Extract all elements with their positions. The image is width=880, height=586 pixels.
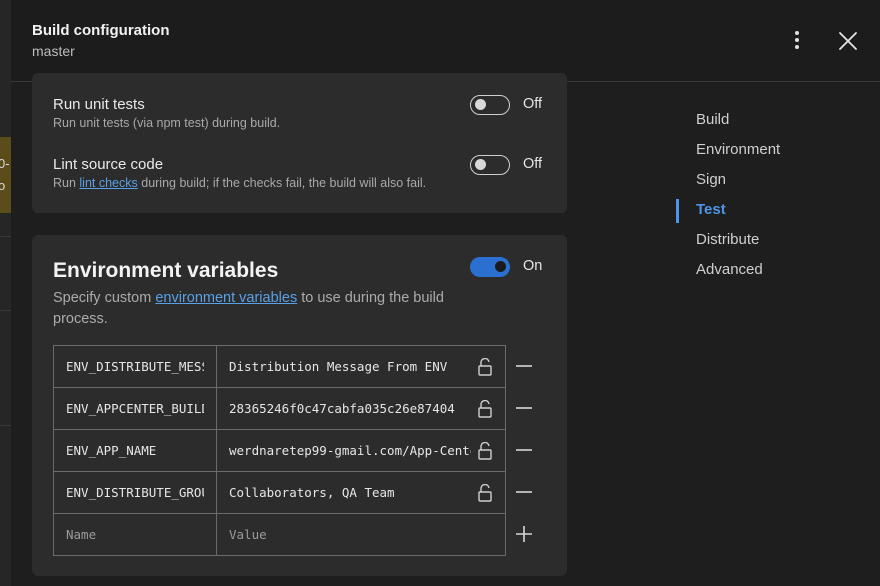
lint-toggle[interactable] [470,155,510,175]
env-value-field[interactable]: werdnaretep99-gmail.com/App-Center [216,429,506,472]
unit-tests-description: Run unit tests (via npm test) during bui… [53,116,281,130]
unit-tests-toggle[interactable] [470,95,510,115]
lint-state: Off [523,156,543,172]
unit-tests-title: Run unit tests [53,96,145,113]
environment-variables-link[interactable]: environment variables [155,290,297,306]
background-text: 0- [0,156,10,171]
table-row: ENV_DISTRIBUTE_GROUPS Collaborators, QA … [53,471,506,514]
panel-header: Build configuration master [11,0,880,82]
new-value-input[interactable]: Value [216,513,506,556]
table-row: ENV_APPCENTER_BUILD_ID 28365246f0c47cabf… [53,387,506,430]
env-variables-toggle[interactable] [470,257,510,277]
unlock-icon[interactable] [477,442,493,460]
lint-checks-link[interactable]: lint checks [79,176,137,190]
env-variables-table: ENV_DISTRIBUTE_MESSAGE Distribution Mess… [53,345,506,556]
active-nav-indicator [676,199,679,223]
env-name-field[interactable]: ENV_APP_NAME [53,429,217,472]
remove-icon[interactable] [514,482,534,502]
table-row: ENV_DISTRIBUTE_MESSAGE Distribution Mess… [53,345,506,388]
nav-item-environment[interactable]: Environment [696,141,780,158]
env-name-field[interactable]: ENV_APPCENTER_BUILD_ID [53,387,217,430]
unlock-icon[interactable] [477,358,493,376]
env-value-field[interactable]: 28365246f0c47cabfa035c26e87404 [216,387,506,430]
environment-variables-card: Environment variables On Specify custom … [32,235,567,576]
remove-icon[interactable] [514,440,534,460]
nav-item-advanced[interactable]: Advanced [696,261,763,278]
branch-name: master [32,43,75,59]
nav-item-build[interactable]: Build [696,111,729,128]
env-variables-state: On [523,258,543,274]
background-divider [0,236,11,237]
new-name-input[interactable]: Name [53,513,217,556]
background-highlight [0,137,11,213]
background-divider [0,310,11,311]
panel-title: Build configuration [32,22,170,39]
unlock-icon[interactable] [477,400,493,418]
unit-tests-state: Off [523,96,543,112]
env-section-description: Specify custom environment variables to … [53,290,444,327]
add-icon[interactable] [514,524,534,544]
settings-content: Run unit tests Run unit tests (via npm t… [11,73,676,586]
settings-nav: Build Environment Sign Test Distribute A… [676,83,880,586]
lint-title: Lint source code [53,156,164,173]
test-settings-card: Run unit tests Run unit tests (via npm t… [32,73,567,213]
background-divider [0,425,11,426]
unlock-icon[interactable] [477,484,493,502]
nav-item-test[interactable]: Test [696,201,726,218]
remove-icon[interactable] [514,356,534,376]
env-value-field[interactable]: Collaborators, QA Team [216,471,506,514]
env-section-title: Environment variables [53,259,279,282]
new-variable-row: Name Value [53,513,506,556]
table-row: ENV_APP_NAME werdnaretep99-gmail.com/App… [53,429,506,472]
nav-item-sign[interactable]: Sign [696,171,726,188]
env-name-field[interactable]: ENV_DISTRIBUTE_GROUPS [53,471,217,514]
env-name-field[interactable]: ENV_DISTRIBUTE_MESSAGE [53,345,217,388]
lint-description: Run lint checks during build; if the che… [53,176,427,190]
build-configuration-panel: Build configuration master Run unit test… [11,0,880,586]
nav-item-distribute[interactable]: Distribute [696,231,759,248]
background-text: o [0,178,6,193]
env-value-field[interactable]: Distribution Message From ENV [216,345,506,388]
remove-icon[interactable] [514,398,534,418]
close-icon[interactable] [837,30,859,52]
more-options-icon[interactable] [787,30,807,50]
background-page: 0- o [0,0,11,586]
